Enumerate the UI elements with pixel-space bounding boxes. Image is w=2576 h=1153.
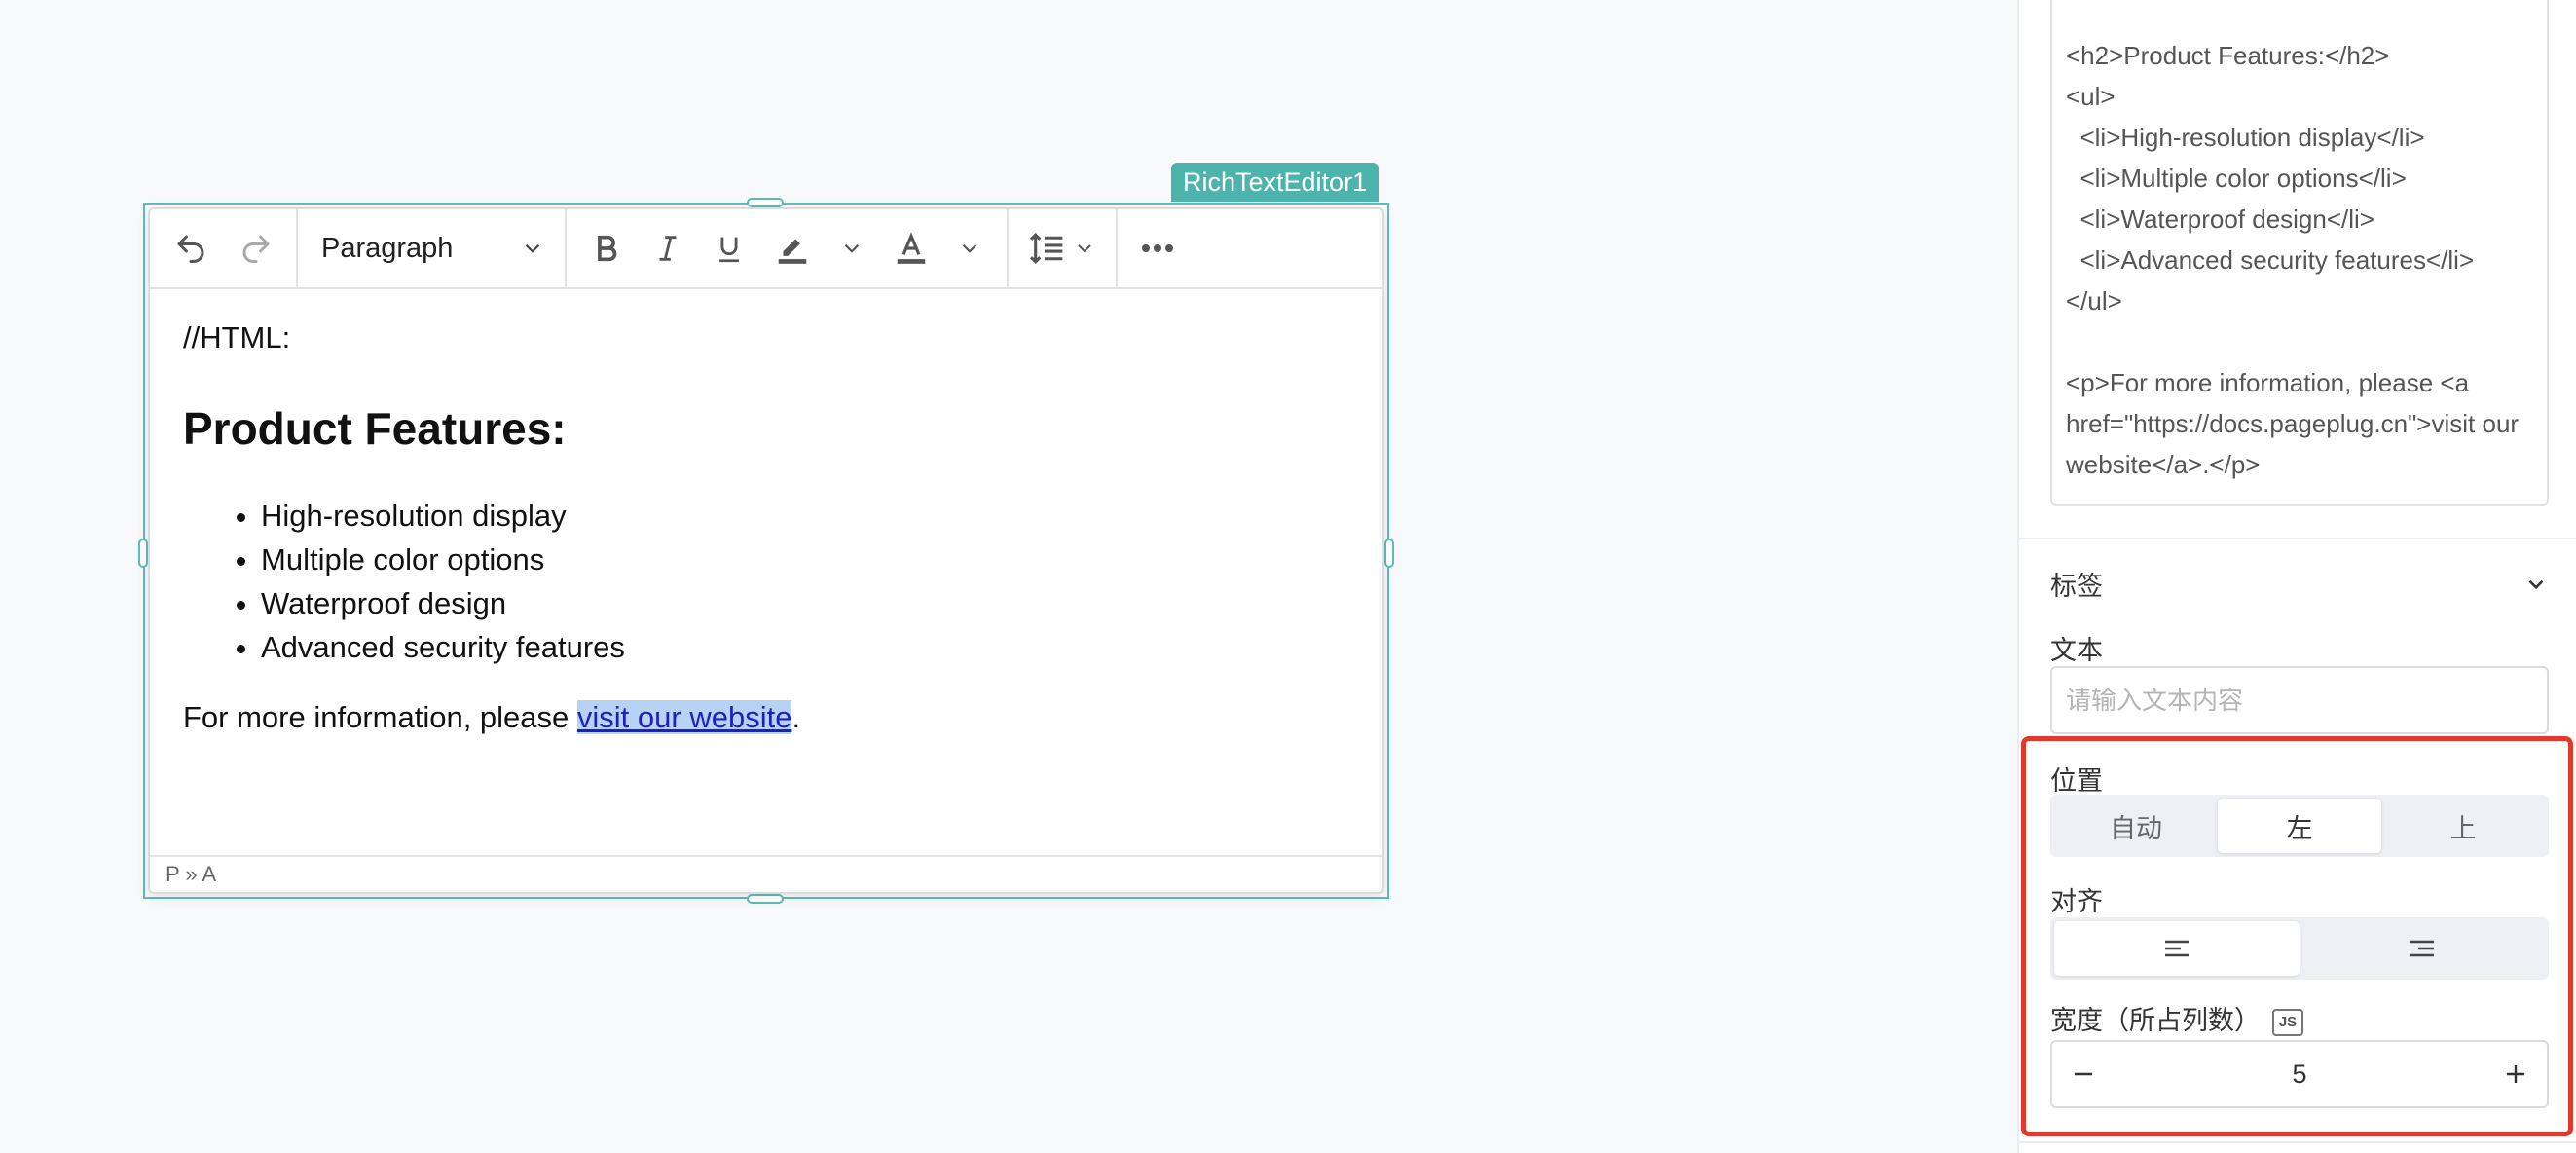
property-panel: <h2>Product Features:</h2> <ul> <li>High… <box>2017 0 2576 1153</box>
code-comment-line: //HTML: <box>183 320 291 354</box>
feature-list: High-resolution display Multiple color o… <box>183 494 1353 669</box>
info-prefix: For more information, please <box>183 699 577 734</box>
section-divider <box>2019 1141 2576 1143</box>
line-height-icon[interactable] <box>1028 230 1067 267</box>
align-right-option[interactable] <box>2300 921 2545 976</box>
block-format-label: Paragraph <box>321 232 454 264</box>
line-height-group[interactable] <box>1009 209 1118 287</box>
width-label: 宽度（所占列数） JS <box>2050 999 2303 1037</box>
plus-icon[interactable] <box>2498 1057 2533 1092</box>
block-format-select[interactable]: Paragraph <box>298 209 567 287</box>
website-link[interactable]: visit our website <box>576 699 792 734</box>
undo-icon[interactable] <box>173 231 208 266</box>
label-text-input[interactable]: 请输入文本内容 <box>2050 666 2549 734</box>
italic-icon[interactable] <box>651 232 684 265</box>
content-heading: Product Features: <box>183 403 567 455</box>
text-color-dropdown-icon[interactable] <box>957 236 982 261</box>
label-section-title: 标签 <box>2050 572 2103 601</box>
align-left-icon <box>2165 940 2189 957</box>
resize-handle-top[interactable] <box>747 198 784 207</box>
section-divider <box>2019 538 2576 539</box>
chevron-down-icon <box>525 243 540 253</box>
width-stepper: 5 <box>2050 1040 2549 1108</box>
bold-icon[interactable] <box>590 232 623 265</box>
canvas[interactable]: RichTextEditor1 Paragraph //HTML: Produc… <box>0 0 1942 1153</box>
position-segmented-control: 自动 左 上 <box>2050 795 2549 857</box>
list-item: Advanced security features <box>261 625 1353 669</box>
width-label-text: 宽度（所占列数） <box>2050 1006 2261 1035</box>
width-value[interactable]: 5 <box>2292 1060 2306 1090</box>
format-group <box>567 209 1009 287</box>
underline-icon[interactable] <box>713 232 746 265</box>
chevron-down-icon[interactable] <box>2523 572 2549 597</box>
minus-icon[interactable] <box>2066 1057 2101 1092</box>
editor-toolbar: Paragraph <box>150 209 1382 289</box>
resize-handle-bottom[interactable] <box>747 894 784 904</box>
align-right-icon <box>2410 940 2434 957</box>
rich-text-editor[interactable]: Paragraph //HTML: Product Features: • Hi… <box>148 207 1384 894</box>
html-source-textarea[interactable]: <h2>Product Features:</h2> <ul> <li>High… <box>2050 0 2549 506</box>
more-options-icon[interactable] <box>1118 243 1197 253</box>
position-option-auto[interactable]: 自动 <box>2054 799 2218 853</box>
canvas-gutter <box>1942 0 2017 1153</box>
resize-handle-right[interactable] <box>1384 539 1394 568</box>
editor-content[interactable]: //HTML: Product Features: High-resolutio… <box>183 316 1353 738</box>
widget-name-tag[interactable]: RichTextEditor1 <box>1171 163 1380 202</box>
js-toggle-badge[interactable]: JS <box>2272 1008 2303 1036</box>
resize-handle-left[interactable] <box>138 539 148 568</box>
info-suffix: . <box>791 699 801 734</box>
line-height-dropdown-icon[interactable] <box>1073 237 1096 260</box>
position-option-left[interactable]: 左 <box>2218 799 2381 853</box>
info-paragraph: For more information, please visit our w… <box>183 696 1353 738</box>
text-field-label: 文本 <box>2050 636 2103 665</box>
list-item: Waterproof design <box>261 581 1353 625</box>
element-path-statusbar[interactable]: P » A <box>150 855 1382 892</box>
align-label: 对齐 <box>2050 887 2103 916</box>
position-label: 位置 <box>2050 766 2103 796</box>
position-option-top[interactable]: 上 <box>2381 799 2545 853</box>
highlight-color-icon[interactable] <box>774 230 811 267</box>
list-item: Multiple color options <box>261 538 1353 581</box>
align-segmented-control <box>2050 917 2549 980</box>
highlight-dropdown-icon[interactable] <box>839 236 865 261</box>
list-item: High-resolution display <box>261 494 1353 538</box>
text-color-icon[interactable] <box>893 230 930 267</box>
align-left-option[interactable] <box>2054 921 2300 976</box>
redo-icon[interactable] <box>239 231 274 266</box>
label-section-header[interactable]: 标签 <box>2050 565 2549 603</box>
history-group <box>150 209 298 287</box>
